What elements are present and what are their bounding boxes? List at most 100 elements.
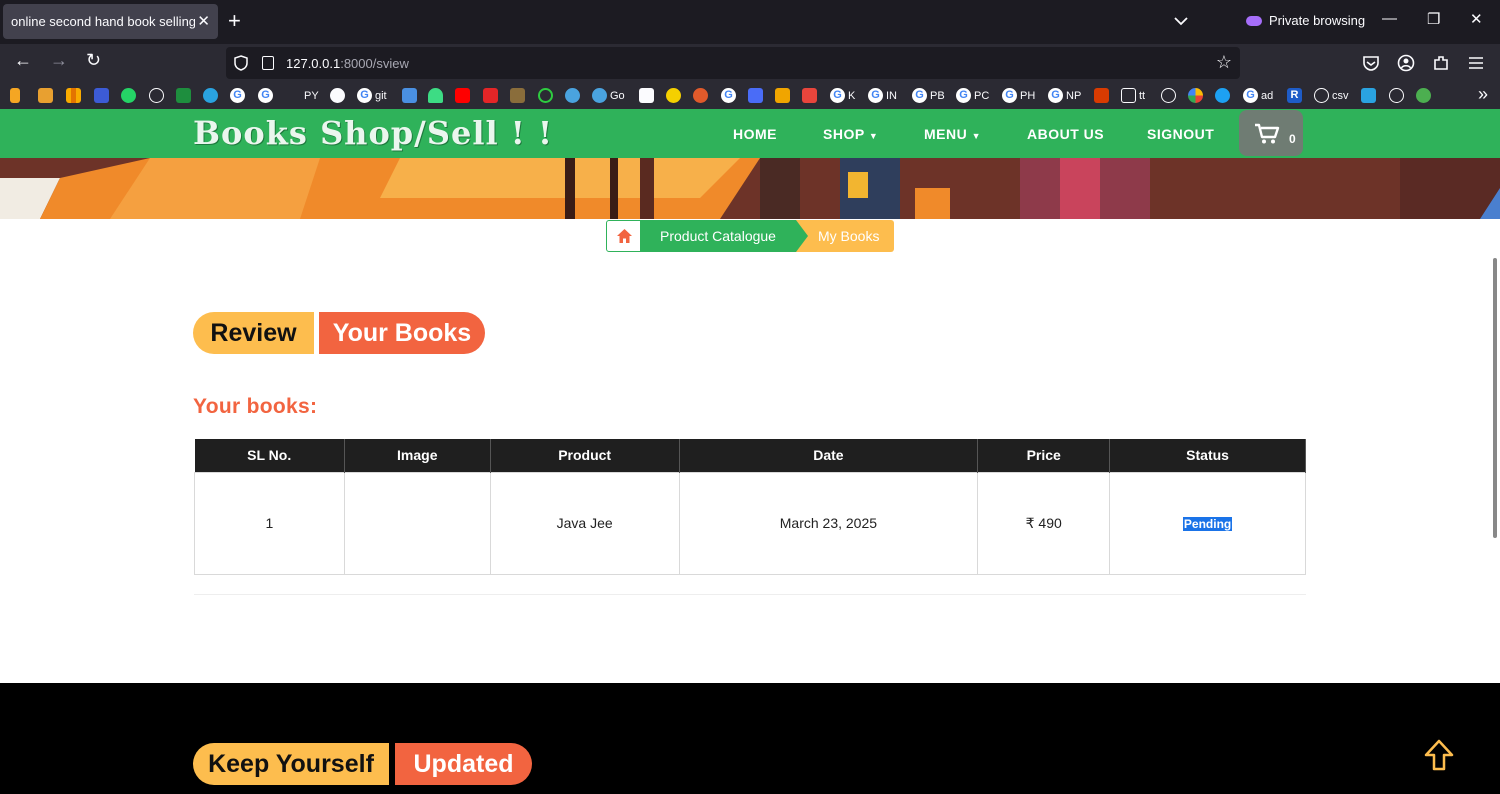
hamburger-menu-icon[interactable]	[1467, 54, 1485, 72]
pinwheel-icon	[1188, 88, 1203, 103]
bookmark-item[interactable]	[66, 87, 81, 104]
tab-close-icon[interactable]: ✕	[197, 12, 210, 30]
bookmark-item[interactable]: G	[721, 87, 736, 104]
bookmarks-overflow-icon[interactable]: »	[1478, 84, 1488, 105]
bookmark-item[interactable]	[1361, 87, 1376, 104]
openai-icon	[330, 88, 345, 103]
bookmark-item[interactable]	[538, 87, 553, 104]
cell-image	[343, 471, 491, 575]
bookmark-item[interactable]: Gad	[1243, 87, 1273, 104]
bookmark-item[interactable]	[1094, 87, 1109, 104]
bookmark-item[interactable]	[1416, 87, 1431, 104]
section-title-your-books: Your Books	[319, 312, 485, 354]
page-scrollbar[interactable]	[1493, 258, 1497, 538]
cell-date: March 23, 2025	[678, 471, 979, 575]
bookmark-item[interactable]: G PH	[1002, 87, 1035, 104]
bookmark-item[interactable]: tt	[1121, 87, 1145, 104]
bookmark-item[interactable]: Go	[592, 87, 625, 104]
google-icon: G	[912, 88, 927, 103]
column-header-date: Date	[679, 439, 979, 472]
browser-tab-bar: online second hand book selling sys ✕ + …	[0, 0, 1500, 44]
bookmark-item[interactable]: G	[230, 87, 245, 104]
your-books-label: Your books:	[193, 395, 318, 418]
bookmark-item[interactable]	[149, 87, 164, 104]
bookmark-item[interactable]	[121, 87, 136, 104]
column-header-image: Image	[344, 439, 491, 472]
whatsapp-icon	[121, 88, 136, 103]
bookmark-item[interactable]	[666, 87, 681, 104]
bookmark-item[interactable]: G NP	[1048, 87, 1081, 104]
bookmark-item[interactable]	[94, 87, 109, 104]
bookmark-icon	[538, 88, 553, 103]
bookmark-item[interactable]	[1389, 87, 1404, 104]
bookmark-item[interactable]: G PC	[956, 87, 989, 104]
bookmark-icon	[510, 88, 525, 103]
restore-icon[interactable]: ❐	[1427, 10, 1440, 28]
nav-signout[interactable]: SIGNOUT	[1147, 126, 1214, 142]
bookmark-item[interactable]	[402, 87, 417, 104]
breadcrumb-product-catalogue[interactable]: Product Catalogue	[640, 220, 800, 252]
cart-button[interactable]: 0	[1239, 110, 1303, 156]
shield-icon[interactable]	[234, 55, 248, 71]
bookmark-item[interactable]	[455, 87, 470, 104]
google-icon: G	[1002, 88, 1017, 103]
scroll-to-top-icon[interactable]	[1424, 739, 1454, 771]
nav-shop[interactable]: SHOP ▼	[823, 126, 878, 142]
bookmark-item[interactable]	[203, 87, 218, 104]
section-title-review: Review	[193, 312, 314, 354]
google-icon: G	[357, 88, 372, 103]
nav-home[interactable]: HOME	[733, 126, 777, 142]
bookmark-item[interactable]	[802, 87, 817, 104]
account-icon[interactable]	[1397, 54, 1415, 72]
bookmark-item[interactable]	[38, 87, 53, 104]
bookmark-item[interactable]	[748, 87, 763, 104]
bookmark-item[interactable]	[176, 87, 191, 104]
bookmark-item[interactable]: GK	[830, 87, 855, 104]
nav-about-us[interactable]: ABOUT US	[1027, 126, 1104, 142]
bookmark-item[interactable]: PY	[304, 87, 319, 104]
bookmark-item[interactable]: G PB	[912, 87, 945, 104]
google-icon: G	[258, 88, 273, 103]
address-bar[interactable]: 127.0.0.1:8000/sview ☆	[226, 47, 1240, 79]
bookmark-item[interactable]: G IN	[868, 87, 897, 104]
back-icon[interactable]: ←	[14, 50, 32, 71]
bookmark-item[interactable]	[1161, 87, 1176, 104]
browser-tab[interactable]: online second hand book selling sys ✕	[3, 4, 218, 39]
analytics-icon	[66, 88, 81, 103]
bookmark-item[interactable]: G	[258, 87, 273, 104]
bookmark-icon	[1361, 88, 1376, 103]
bookmark-item[interactable]	[693, 87, 708, 104]
nav-menu[interactable]: MENU ▼	[924, 126, 981, 142]
minimize-icon[interactable]: —	[1382, 10, 1397, 27]
pocket-icon[interactable]	[1362, 54, 1380, 72]
sheets-icon	[176, 88, 191, 103]
bookmark-item[interactable]	[330, 87, 345, 104]
bookmark-item[interactable]	[428, 87, 443, 104]
r-icon: R	[1287, 88, 1302, 103]
page-icon	[262, 56, 274, 70]
bookmark-item[interactable]	[639, 87, 654, 104]
url-text[interactable]: 127.0.0.1:8000/sview	[286, 56, 409, 71]
forward-icon[interactable]: →	[50, 50, 68, 71]
bookmark-star-icon[interactable]: ☆	[1216, 52, 1232, 73]
bookmark-icon	[402, 88, 417, 103]
reload-icon[interactable]: ↻	[86, 50, 101, 71]
new-tab-button[interactable]: +	[228, 9, 241, 33]
bookmark-item[interactable]	[10, 87, 20, 104]
bookmark-item[interactable]	[775, 87, 790, 104]
bookmark-item[interactable]: csv	[1314, 87, 1349, 104]
extensions-icon[interactable]	[1432, 54, 1450, 72]
bookmark-item[interactable]	[510, 87, 525, 104]
caret-down-icon: ▼	[971, 131, 982, 141]
bookmark-icon	[693, 88, 708, 103]
site-logo[interactable]: Books Shop/Sell ! !	[193, 114, 553, 152]
bookmark-item[interactable]	[565, 87, 580, 104]
bookmark-item[interactable]	[1188, 87, 1203, 104]
bookmark-item[interactable]: Ggit	[357, 87, 387, 104]
close-window-icon[interactable]: ✕	[1470, 10, 1483, 28]
bookmark-item[interactable]	[1215, 87, 1230, 104]
bookmark-item[interactable]: R	[1287, 87, 1302, 104]
chevron-down-icon[interactable]	[1173, 12, 1189, 30]
bookmark-item[interactable]	[483, 87, 498, 104]
breadcrumb-home[interactable]	[606, 220, 641, 252]
